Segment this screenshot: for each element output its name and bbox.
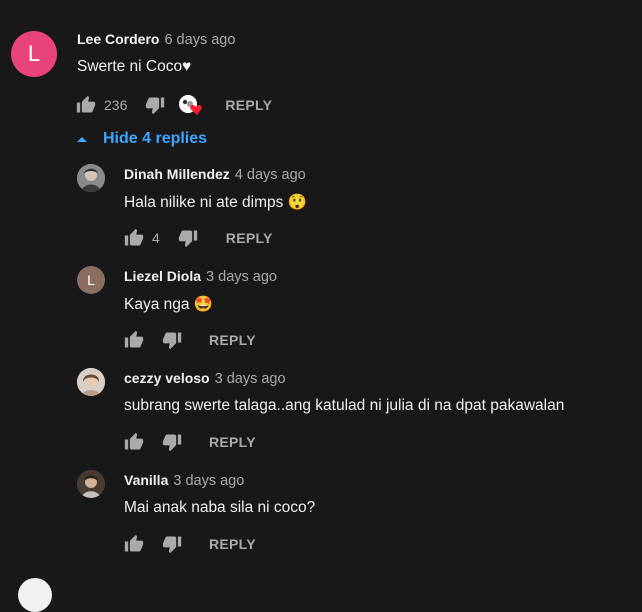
avatar-letter: L (87, 272, 95, 288)
reply-actions: REPLY (124, 533, 256, 555)
avatar-letter: L (27, 41, 41, 66)
dislike-icon[interactable] (145, 95, 165, 115)
dislike-icon[interactable] (162, 330, 182, 350)
reply-text: subrang swerte talaga..ang katulad ni ju… (124, 397, 565, 414)
reply-actions: 4 REPLY (124, 227, 273, 249)
comment-author[interactable]: Lee Cordero (77, 31, 159, 47)
like-icon[interactable] (124, 228, 144, 248)
reply-button[interactable]: REPLY (209, 536, 256, 552)
like-count: 236 (104, 97, 128, 113)
reply-header: cezzy veloso 3 days ago (124, 370, 286, 388)
avatar[interactable] (77, 164, 105, 192)
reply-button[interactable]: REPLY (209, 434, 256, 450)
reply-text: Mai anak naba sila ni coco? (124, 499, 316, 516)
reply-time[interactable]: 3 days ago (173, 473, 244, 489)
reply-button[interactable]: REPLY (209, 332, 256, 348)
reply-author[interactable]: Vanilla (124, 472, 168, 488)
comment-header: Lee Cordero 6 days ago (77, 31, 235, 49)
avatar[interactable] (77, 470, 105, 498)
like-icon[interactable] (76, 95, 96, 115)
like-count: 4 (152, 230, 160, 246)
reply-time[interactable]: 3 days ago (206, 269, 277, 285)
reply-header: Dinah Millendez 4 days ago (124, 166, 306, 184)
avatar[interactable]: L (11, 31, 57, 77)
hide-replies-label: Hide 4 replies (103, 130, 208, 147)
reply-actions: REPLY (124, 329, 256, 351)
avatar[interactable]: L (77, 266, 105, 294)
like-icon[interactable] (124, 330, 144, 350)
reply-header: Liezel Diola 3 days ago (124, 268, 277, 286)
chevron-up-icon (77, 137, 87, 142)
reply-time[interactable]: 4 days ago (235, 167, 306, 183)
comment-time[interactable]: 6 days ago (164, 32, 235, 48)
reply-header: Vanilla 3 days ago (124, 472, 244, 490)
dislike-icon[interactable] (162, 534, 182, 554)
reply-text: Kaya nga 🤩 (124, 296, 214, 313)
reply-author[interactable]: Liezel Diola (124, 268, 201, 284)
creator-heart-icon (178, 94, 204, 116)
like-icon[interactable] (124, 534, 144, 554)
like-icon[interactable] (124, 432, 144, 452)
reply-actions: REPLY (124, 431, 256, 453)
hide-replies-button[interactable]: Hide 4 replies (77, 130, 207, 148)
avatar[interactable] (18, 578, 52, 612)
reply-author[interactable]: Dinah Millendez (124, 166, 230, 182)
reply-author[interactable]: cezzy veloso (124, 370, 210, 386)
dislike-icon[interactable] (162, 432, 182, 452)
reply-button[interactable]: REPLY (225, 97, 272, 113)
avatar[interactable] (77, 368, 105, 396)
comment-text: Swerte ni Coco♥ (77, 58, 192, 75)
dislike-icon[interactable] (178, 228, 198, 248)
reply-button[interactable]: REPLY (226, 230, 273, 246)
reply-time[interactable]: 3 days ago (215, 371, 286, 387)
comment-actions: 236 REPLY (76, 94, 272, 116)
reply-text: Hala nilike ni ate dimps 😲 (124, 194, 307, 211)
